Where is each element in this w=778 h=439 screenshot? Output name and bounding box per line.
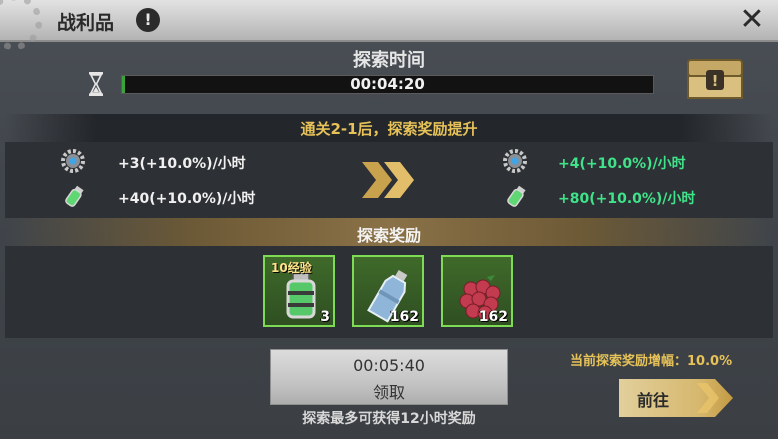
chest-info-icon[interactable]: !: [686, 56, 744, 100]
go-button-label: 前往: [637, 391, 670, 410]
gear-token-icon: [61, 149, 85, 173]
hourglass-icon: [89, 72, 103, 96]
header-bar: 战利品 ! ✕: [0, 0, 778, 50]
current-exp-rate: +40(+10.0%)/小时: [118, 191, 256, 207]
reward-item-exp[interactable]: 10经验 3: [263, 255, 335, 327]
close-icon[interactable]: ✕: [736, 4, 768, 36]
reward-item-water[interactable]: 162: [352, 255, 424, 327]
collect-label: 领取: [372, 383, 405, 402]
current-boost-text: 当前探索奖励增幅：10.0%: [570, 354, 733, 369]
upgraded-exp-rate: +80(+10.0%)/小时: [558, 191, 696, 207]
reward-title: 探索奖励: [356, 226, 421, 245]
explore-time-value: 00:04:20: [350, 75, 425, 93]
bonus-title: 通关2-1后，探索奖励提升: [300, 120, 478, 138]
upgraded-gear-rate: +4(+10.0%)/小时: [558, 156, 686, 172]
exp-vial-icon: [507, 185, 526, 207]
gear-token-icon: [503, 149, 527, 173]
exp-vial-icon: [65, 185, 84, 207]
svg-text:!: !: [712, 72, 719, 90]
current-gear-rate: +3(+10.0%)/小时: [118, 156, 246, 172]
explore-progress-bar: 00:04:20: [121, 75, 654, 94]
info-icon[interactable]: !: [136, 8, 160, 32]
collect-timer: 00:05:40: [353, 356, 425, 375]
reward-count: 162: [389, 309, 419, 325]
panel-title: 战利品: [57, 12, 115, 34]
reward-count: 3: [320, 309, 330, 325]
reward-count: 162: [478, 309, 508, 325]
reward-tag: 10经验: [271, 261, 312, 275]
explore-time-title: 探索时间: [353, 50, 425, 71]
reward-item-raspberry[interactable]: 162: [441, 255, 513, 327]
double-chevron-right-icon: [362, 162, 414, 198]
collect-button[interactable]: 00:05:40 领取: [270, 349, 508, 405]
